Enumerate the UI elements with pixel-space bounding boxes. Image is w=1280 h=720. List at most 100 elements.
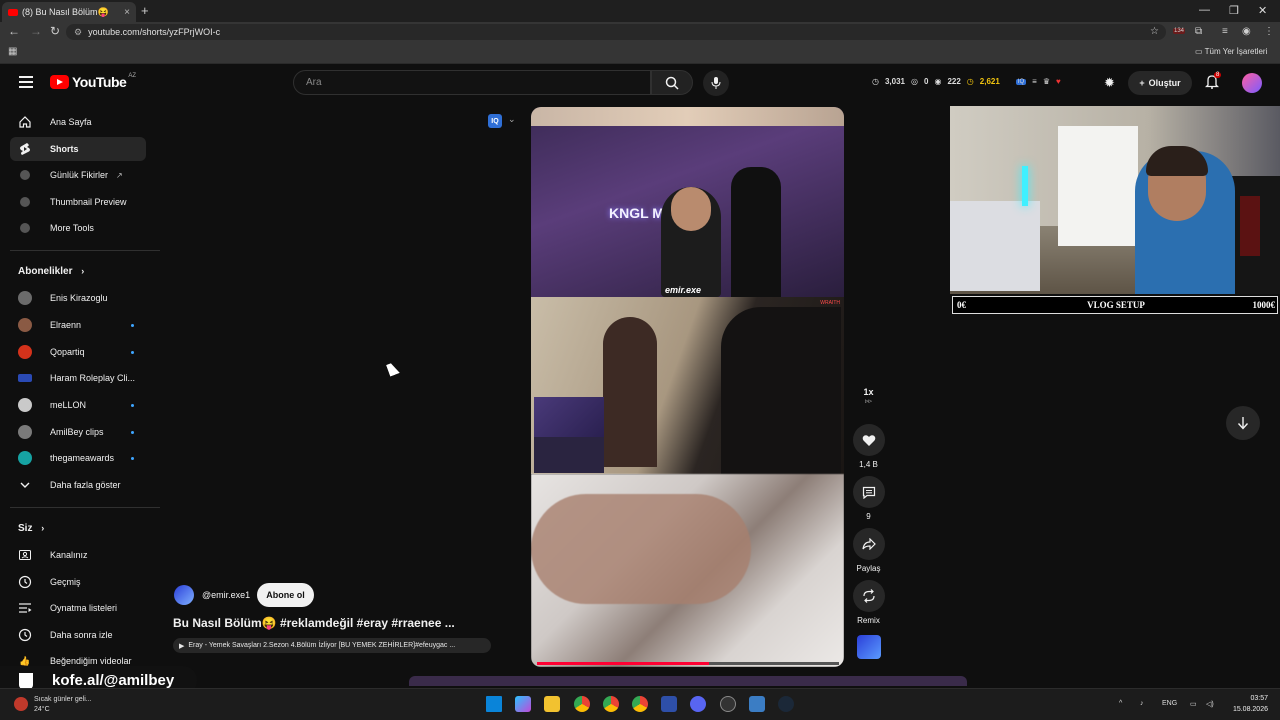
apps-grid-icon[interactable]: ▦ xyxy=(8,46,17,57)
sidebar-item-more-tools[interactable]: More Tools xyxy=(10,216,146,240)
file-explorer-icon[interactable] xyxy=(544,696,560,712)
address-bar[interactable]: ⚙ youtube.com/shorts/yzFPrjWOI-c xyxy=(66,24,1166,40)
volume-icon[interactable]: ◁) xyxy=(1206,700,1214,708)
iq-badge[interactable]: IQ xyxy=(488,114,502,128)
chevron-down-icon[interactable]: ⌄ xyxy=(508,114,516,125)
sidebar-item-subscription[interactable]: meLLON xyxy=(10,393,146,417)
sidebar-item-playlists[interactable]: Oynatma listeleri xyxy=(10,596,146,620)
webcam-overlay xyxy=(950,106,1280,294)
minimize-icon[interactable]: — xyxy=(1199,4,1210,16)
start-icon[interactable] xyxy=(486,696,502,712)
tray-overflow-icon[interactable]: ^ xyxy=(1119,700,1122,707)
mouse-cursor xyxy=(386,361,400,377)
all-bookmarks-folder[interactable]: ▭ Tüm Yer İşaretleri xyxy=(1195,47,1267,56)
channel-icon xyxy=(18,548,32,562)
extensions-icon[interactable]: ⧉ xyxy=(1195,26,1202,37)
mic-tray-icon[interactable]: ♪ xyxy=(1140,700,1144,707)
profile-icon[interactable]: ◉ xyxy=(1242,26,1251,37)
sidebar-item-subscription[interactable]: AmilBey clips xyxy=(10,420,146,444)
speed-forward-icon: ▹▹ xyxy=(864,398,873,405)
account-avatar[interactable] xyxy=(1242,73,1262,93)
short-video-player[interactable]: KNGL MUSIC emir.exe WRAITH xyxy=(531,107,844,667)
search-button[interactable] xyxy=(651,70,693,95)
close-tab-icon[interactable]: × xyxy=(124,7,130,18)
next-short-button[interactable] xyxy=(1226,406,1260,440)
close-window-icon[interactable]: ✕ xyxy=(1258,4,1267,17)
create-label: Oluştur xyxy=(1148,78,1181,88)
microphone-icon xyxy=(711,77,721,89)
back-icon[interactable]: ← xyxy=(8,24,20,38)
sidebar-item-thumbnail-preview[interactable]: Thumbnail Preview xyxy=(10,190,146,214)
video-top-strip xyxy=(531,107,844,126)
sidebar-item-watch-later[interactable]: Daha sonra izle xyxy=(10,623,146,647)
sidebar-item-subscription[interactable]: thegameawards xyxy=(10,446,146,470)
extension-badge[interactable]: 134 xyxy=(1173,28,1186,34)
video-progress-bar[interactable] xyxy=(537,662,839,665)
sidebar-item-shorts[interactable]: Shorts xyxy=(10,137,146,161)
photos-icon[interactable] xyxy=(749,696,765,712)
sidebar-item-history[interactable]: Geçmiş xyxy=(10,570,146,594)
like-button[interactable]: 1,4 B xyxy=(852,424,885,469)
logo-wordmark: YouTube xyxy=(72,74,127,90)
alert-icon[interactable]: ♥ xyxy=(1056,77,1061,86)
play-icon: ▶ xyxy=(179,642,185,650)
site-info-icon[interactable]: ⚙ xyxy=(74,27,82,38)
subscribe-button[interactable]: Abone ol xyxy=(257,583,314,607)
search-input[interactable] xyxy=(293,70,651,95)
playback-speed-button[interactable]: 1x ▹▹ xyxy=(852,387,885,405)
obs-icon[interactable] xyxy=(720,696,736,712)
plus-icon: + xyxy=(1139,78,1145,88)
discord-icon[interactable] xyxy=(690,696,706,712)
trophy-icon[interactable]: ♛ xyxy=(1043,77,1050,86)
reload-icon[interactable]: ↻ xyxy=(50,24,60,38)
steam-icon[interactable] xyxy=(778,696,794,712)
create-button[interactable]: + Oluştur xyxy=(1128,71,1192,95)
restore-icon[interactable]: ❐ xyxy=(1229,4,1239,17)
sidebar-item-subscription[interactable]: Qopartiq xyxy=(10,340,146,364)
related-video-chip[interactable]: ▶ Eray - Yemek Savaşları 2.Sezon 4.Bölüm… xyxy=(173,638,491,653)
sidebar-item-your-channel[interactable]: Kanalınız xyxy=(10,543,146,567)
channel-name[interactable]: @emir.exe1 xyxy=(202,590,250,600)
voice-search-button[interactable] xyxy=(703,70,729,96)
sidebar-item-subscription[interactable]: Enis Kirazoglu xyxy=(10,286,146,310)
video-panel-bottom xyxy=(531,474,844,667)
youtube-logo[interactable]: YouTube AZ xyxy=(50,73,136,90)
language-indicator[interactable]: ENG xyxy=(1162,700,1177,707)
you-heading[interactable]: Siz › xyxy=(18,523,44,534)
system-clock[interactable]: 03:57 15.08.2026 xyxy=(1226,693,1268,715)
sound-source-thumbnail[interactable] xyxy=(857,635,881,659)
channel-logo[interactable] xyxy=(174,585,194,605)
comments-button[interactable]: 9 xyxy=(852,476,885,521)
chrome-icon[interactable] xyxy=(574,696,590,712)
snowflake-app-icon[interactable] xyxy=(661,696,677,712)
subscriptions-heading[interactable]: Abonelikler › xyxy=(18,266,84,277)
sidebar-divider xyxy=(10,250,160,251)
browser-tab[interactable]: (8) Bu Nasıl Bölüm😝 × xyxy=(2,2,136,22)
new-tab-button[interactable]: + xyxy=(141,3,149,18)
iq-extension-icon[interactable]: IQ xyxy=(1015,78,1027,85)
sidebar-item-subscription[interactable]: Haram Roleplay Cli... xyxy=(10,366,146,390)
thermometer-icon xyxy=(14,697,28,711)
copilot-icon[interactable] xyxy=(515,696,531,712)
weather-widget[interactable]: Sıcak günler geli... 24°C xyxy=(34,695,92,715)
filter-icon[interactable]: ≡ xyxy=(1032,77,1037,86)
share-button[interactable]: Paylaş xyxy=(852,528,885,573)
network-icon[interactable]: ▭ xyxy=(1190,700,1197,708)
sidebar-item-label: Qopartiq xyxy=(50,347,85,357)
sidebar-item-daily-ideas[interactable]: Günlük Fikirler ↗ xyxy=(10,163,146,187)
new-content-dot xyxy=(131,323,134,327)
sidebar-item-label: Enis Kirazoglu xyxy=(50,293,108,303)
remix-button[interactable]: Remix xyxy=(852,580,885,625)
sidebar-item-home[interactable]: Ana Sayfa xyxy=(10,110,146,134)
chrome-profile-3-icon[interactable] xyxy=(632,696,648,712)
sidebar-item-subscription[interactable]: Elraenn xyxy=(10,313,146,337)
hamburger-menu-icon[interactable] xyxy=(19,76,33,91)
chrome-profile-2-icon[interactable] xyxy=(603,696,619,712)
show-more-button[interactable]: Daha fazla göster xyxy=(10,473,146,497)
media-icon[interactable]: ≡ xyxy=(1222,26,1228,37)
forward-icon[interactable]: → xyxy=(30,24,42,38)
menu-icon[interactable]: ⋮ xyxy=(1264,26,1274,37)
bookmark-star-icon[interactable]: ☆ xyxy=(1150,26,1159,37)
short-title[interactable]: Bu Nasıl Bölüm😝 #reklamdeğil #eray #rrae… xyxy=(173,616,455,630)
ai-sparkle-icon[interactable]: ✹ xyxy=(1104,75,1115,91)
